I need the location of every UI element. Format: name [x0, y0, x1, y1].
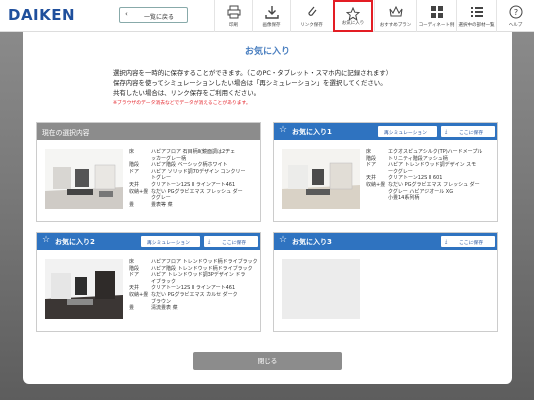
chevron-left-icon: ‹: [125, 10, 128, 18]
crown-icon: [389, 5, 402, 17]
link-icon: [307, 6, 316, 16]
coordinate-examples-button[interactable]: コーディネート例: [416, 0, 456, 32]
favorite-2-resimulate-button[interactable]: 再シミュレーション: [141, 236, 200, 247]
close-button[interactable]: 閉じる: [193, 352, 342, 370]
favorite-3-save-here-button[interactable]: ⤓ ここに保存: [441, 236, 495, 247]
printer-icon: [227, 5, 240, 19]
download-icon: ⤓: [445, 240, 448, 245]
daiken-logo: DAIKEN: [8, 6, 76, 24]
favorite-3-card: ☆ お気に入り3 ⤓ ここに保存: [273, 232, 498, 332]
favorite-1-title: お気に入り1: [292, 128, 332, 136]
download-icon: [264, 6, 279, 19]
recommended-plan-button[interactable]: おすすめプラン: [374, 0, 416, 32]
favorite-2-title: お気に入り2: [55, 238, 95, 246]
star-icon: ☆: [279, 235, 288, 245]
download-icon: ⤓: [445, 130, 448, 135]
download-icon: ⤓: [208, 240, 211, 245]
star-icon: ☆: [279, 125, 288, 135]
print-button[interactable]: 印刷: [214, 0, 252, 32]
list-icon: [470, 7, 483, 17]
room-thumbnail: [45, 149, 123, 209]
dialog-description-line-1: 選択内容を一時的に保存することができます。（このPC・タブレット・スマホ内に記録…: [113, 69, 393, 77]
star-icon: ☆: [42, 235, 51, 245]
current-selection-card: 現在の選択内容 床ハピアフロア 石目柄Ⅱ(鏡面調は2ヂェ ッカーグレー柄 階段ハ…: [36, 122, 261, 222]
empty-thumbnail: [282, 259, 360, 319]
favorite-1-header: ☆ お気に入り1 再シミュレーション ⤓ ここに保存: [274, 123, 497, 140]
favorite-3-title: お気に入り3: [292, 238, 332, 246]
svg-text:?: ?: [513, 8, 517, 17]
room-thumbnail: [45, 259, 123, 319]
star-icon: [346, 7, 360, 21]
favorite-1-resimulate-button[interactable]: 再シミュレーション: [378, 126, 437, 137]
top-toolbar: DAIKEN ‹ 一覧に戻る 印刷 画像保存 リンク保存 お気に入り おすすめプ…: [0, 0, 534, 32]
favorite-1-card: ☆ お気に入り1 再シミュレーション ⤓ ここに保存 床エクオスピュアシルク(T…: [273, 122, 498, 222]
dialog-description-line-3: 共有したい場合は、リンク保存をご利用ください。: [113, 89, 260, 97]
selected-materials-button[interactable]: 選択中の部材一覧: [456, 0, 496, 32]
favorite-3-header: ☆ お気に入り3 ⤓ ここに保存: [274, 233, 497, 250]
grid-icon: [430, 6, 443, 18]
favorites-button[interactable]: お気に入り: [333, 0, 373, 32]
save-link-button[interactable]: リンク保存: [290, 0, 332, 32]
favorite-2-header: ☆ お気に入り2 再シミュレーション ⤓ ここに保存: [37, 233, 260, 250]
favorite-2-card: ☆ お気に入り2 再シミュレーション ⤓ ここに保存 床ハピアフロア トレンドウ…: [36, 232, 261, 332]
current-selection-header: 現在の選択内容: [37, 123, 260, 140]
favorite-2-save-here-button[interactable]: ⤓ ここに保存: [204, 236, 258, 247]
help-button[interactable]: ? ヘルプ: [496, 0, 534, 32]
dialog-title: お気に入り: [244, 47, 290, 57]
back-to-list-button[interactable]: ‹ 一覧に戻る: [119, 7, 188, 23]
favorites-dialog: お気に入り 選択内容を一時的に保存することができます。（このPC・タブレット・ス…: [23, 32, 512, 384]
help-icon: ?: [509, 5, 522, 19]
current-selection-title: 現在の選択内容: [42, 129, 90, 137]
save-image-button[interactable]: 画像保存: [252, 0, 290, 32]
favorite-1-save-here-button[interactable]: ⤓ ここに保存: [441, 126, 495, 137]
room-thumbnail: [282, 149, 360, 209]
data-loss-warning: ※ブラウザのデータ消去などでデータが消えることがあります。: [113, 101, 251, 106]
dialog-description-line-2: 保存内容を使ってシミュレーションしたい場合は「再シミュレーション」を選択してくだ…: [113, 79, 387, 87]
